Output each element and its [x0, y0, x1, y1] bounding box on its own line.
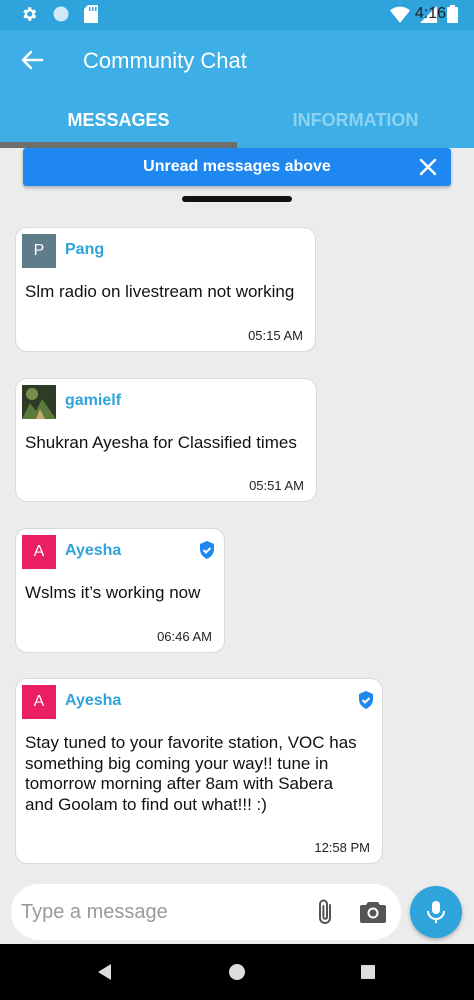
message-input[interactable]: [21, 896, 291, 928]
avatar[interactable]: A: [22, 685, 56, 719]
settings-icon: [23, 7, 37, 21]
tab-bar: MESSAGES INFORMATION: [0, 90, 474, 148]
message-text: Stay tuned to your favorite station, VOC…: [25, 733, 357, 815]
drag-handle: [182, 196, 292, 202]
system-navigation-bar: [0, 944, 474, 1000]
unread-messages-banner[interactable]: Unread messages above: [23, 148, 451, 186]
verified-badge-icon: [359, 691, 373, 709]
message-text-line: tomorrow morning after 8am with Sabera: [25, 774, 334, 793]
message-text-line: Shukran Ayesha for Classified times: [25, 433, 297, 452]
sd-card-icon: [84, 5, 98, 23]
message-text: Slm radio on livestream not working: [25, 282, 294, 303]
message-time: 05:15 AM: [248, 328, 303, 343]
close-icon[interactable]: [417, 156, 439, 178]
app-bar: Community Chat: [0, 30, 474, 90]
clock: 4:16: [414, 5, 446, 22]
verified-badge-icon: [200, 541, 214, 559]
status-bar: 4:16: [0, 0, 474, 30]
nav-back-icon[interactable]: [98, 964, 112, 980]
message-time: 12:58 PM: [314, 840, 370, 855]
avatar[interactable]: P: [22, 234, 56, 268]
message-text-line: Wslms it’s working now: [25, 583, 201, 602]
nav-recents-icon[interactable]: [361, 965, 375, 979]
battery-icon: [447, 5, 458, 23]
message-card: P Pang Slm radio on livestream not worki…: [15, 227, 316, 352]
tab-information[interactable]: INFORMATION: [237, 90, 474, 148]
message-text: Shukran Ayesha for Classified times: [25, 433, 297, 454]
message-text-line: and Goolam to find out what!!! :): [25, 794, 267, 814]
message-card: A Ayesha Stay tuned to your favorite sta…: [15, 678, 383, 864]
microphone-button[interactable]: [410, 886, 462, 938]
message-time: 05:51 AM: [249, 478, 304, 493]
message-sender[interactable]: Ayesha: [65, 692, 121, 710]
message-card: A Ayesha Wslms it’s working now 06:46 AM: [15, 528, 225, 653]
message-composer: [11, 884, 401, 940]
paperclip-icon[interactable]: [313, 898, 339, 926]
wifi-icon: [390, 6, 410, 23]
arrow-left-icon[interactable]: [16, 44, 48, 76]
message-sender[interactable]: Pang: [65, 241, 104, 259]
message-card: gamielf Shukran Ayesha for Classified ti…: [15, 378, 317, 502]
avatar[interactable]: [22, 385, 56, 419]
avatar[interactable]: A: [22, 535, 56, 569]
message-text: Wslms it’s working now: [25, 583, 200, 604]
message-sender[interactable]: Ayesha: [65, 542, 121, 560]
page-title: Community Chat: [83, 48, 247, 73]
camera-icon[interactable]: [359, 899, 387, 925]
avatar-image: [22, 385, 56, 419]
microphone-icon: [427, 901, 445, 923]
nav-home-icon[interactable]: [229, 964, 245, 980]
tab-messages[interactable]: MESSAGES: [0, 90, 237, 148]
message-text-line: Stay tuned to your favorite station, VOC…: [25, 733, 357, 752]
message-text-line: Slm radio on livestream not working: [25, 282, 295, 301]
unread-banner-label: Unread messages above: [143, 158, 331, 175]
message-time: 06:46 AM: [157, 629, 212, 644]
message-sender[interactable]: gamielf: [65, 392, 121, 410]
circle-icon: [53, 6, 69, 22]
message-text-line: something big coming your way!! tune in: [25, 753, 329, 773]
